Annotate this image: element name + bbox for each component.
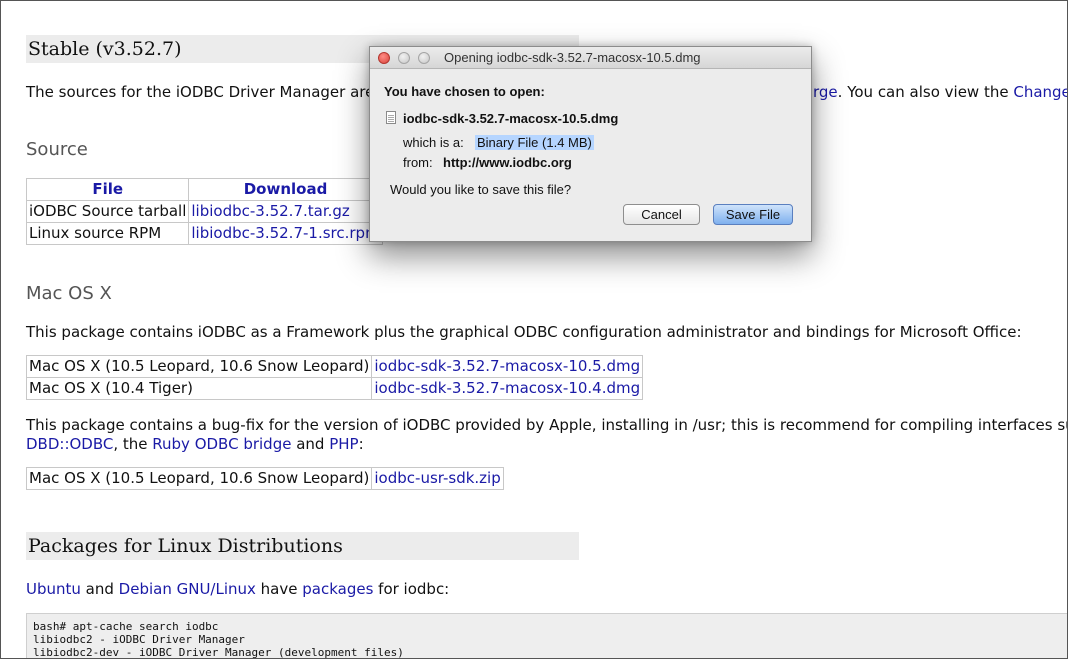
code-line: libiodbc2-dev - iODBC Driver Manager (de… (33, 646, 404, 659)
platform-cell: Mac OS X (10.4 Tiger) (25, 377, 373, 400)
intro-text: The sources for the iODBC Driver Manager… (26, 82, 388, 102)
code-block: bash# apt-cache search iodbc libiodbc2 -… (26, 613, 1067, 659)
changelog-link[interactable]: Change (1013, 83, 1067, 101)
macosx-heading: Mac OS X (26, 283, 112, 304)
chosen-label: You have chosen to open: (384, 84, 545, 99)
code-line: bash# apt-cache search iodbc (33, 620, 219, 633)
dialog-titlebar[interactable]: Opening iodbc-sdk-3.52.7-macosx-10.5.dmg (370, 47, 811, 69)
linux-end: for iodbc: (373, 580, 450, 598)
from-label: from: (403, 155, 433, 170)
file-type: Binary File (1.4 MB) (475, 135, 594, 150)
download-link[interactable]: iodbc-sdk-3.52.7-macosx-10.5.dmg (371, 355, 644, 378)
table-row: Mac OS X (10.5 Leopard, 10.6 Snow Leopar… (25, 355, 644, 378)
from-url: http://www.iodbc.org (443, 155, 572, 170)
packages-link[interactable]: packages (302, 580, 373, 598)
download-link[interactable]: libiodbc-3.52.7.tar.gz (188, 200, 383, 223)
platform-cell: Mac OS X (10.5 Leopard, 10.6 Snow Leopar… (25, 467, 373, 490)
dialog-title: Opening iodbc-sdk-3.52.7-macosx-10.5.dmg (444, 50, 701, 65)
macosx-table: Mac OS X (10.5 Leopard, 10.6 Snow Leopar… (25, 355, 644, 400)
linux-line: Ubuntu and Debian GNU/Linux have package… (26, 579, 449, 599)
download-link[interactable]: iodbc-sdk-3.52.7-macosx-10.4.dmg (371, 377, 644, 400)
download-column-header: Download (188, 178, 383, 201)
linux-heading: Packages for Linux Distributions (26, 532, 579, 560)
bugfix-sep: , the (113, 435, 153, 453)
save-file-button[interactable]: Save File (713, 204, 793, 225)
platform-cell: Mac OS X (10.5 Leopard, 10.6 Snow Leopar… (25, 355, 373, 378)
which-is-label: which is a: (403, 135, 464, 150)
close-icon[interactable] (378, 52, 390, 64)
linux-and: and (80, 580, 119, 598)
minimize-icon[interactable] (398, 52, 410, 64)
download-link[interactable]: libiodbc-3.52.7-1.src.rpm (188, 222, 383, 245)
source-heading: Source (26, 139, 88, 160)
file-column-header: File (25, 178, 190, 201)
macosx-description: This package contains iODBC as a Framewo… (26, 323, 1022, 341)
bugfix-links: DBD::ODBC, the Ruby ODBC bridge and PHP: (26, 434, 364, 454)
table-row: Linux source RPM libiodbc-3.52.7-1.src.r… (25, 222, 383, 245)
usr-table: Mac OS X (10.5 Leopard, 10.6 Snow Leopar… (25, 467, 504, 490)
ruby-odbc-link[interactable]: Ruby ODBC bridge (152, 435, 291, 453)
bugfix-description: This package contains a bug-fix for the … (26, 416, 1068, 434)
file-name: iodbc-sdk-3.52.7-macosx-10.5.dmg (403, 111, 619, 126)
download-dialog: Opening iodbc-sdk-3.52.7-macosx-10.5.dmg… (369, 46, 812, 242)
table-row: iODBC Source tarball libiodbc-3.52.7.tar… (25, 200, 383, 223)
intro-text-right: rge. You can also view the Change (813, 82, 1067, 102)
file-icon (386, 111, 396, 124)
cancel-button[interactable]: Cancel (623, 204, 700, 225)
bugfix-sep: and (291, 435, 330, 453)
save-question: Would you like to save this file? (390, 182, 572, 197)
linux-have: have (255, 580, 303, 598)
code-line: libiodbc2 - iODBC Driver Manager (33, 633, 245, 646)
intro-middle: . You can also view the (837, 83, 1014, 101)
debian-link[interactable]: Debian GNU/Linux (119, 580, 256, 598)
zoom-icon[interactable] (418, 52, 430, 64)
file-cell: Linux source RPM (25, 222, 190, 245)
download-link[interactable]: iodbc-usr-sdk.zip (371, 467, 504, 490)
source-table: File Download iODBC Source tarball libio… (25, 178, 383, 245)
ubuntu-link[interactable]: Ubuntu (26, 580, 81, 598)
sourceforge-link[interactable]: rge (813, 83, 838, 101)
table-row: Mac OS X (10.4 Tiger) iodbc-sdk-3.52.7-m… (25, 377, 644, 400)
table-row: Mac OS X (10.5 Leopard, 10.6 Snow Leopar… (25, 467, 504, 490)
php-link[interactable]: PHP (329, 435, 358, 453)
bugfix-end: : (358, 435, 364, 453)
file-cell: iODBC Source tarball (25, 200, 190, 223)
dbd-odbc-link[interactable]: DBD::ODBC (26, 435, 113, 453)
intro-prefix: The sources for the iODBC Driver Manager… (26, 83, 389, 101)
